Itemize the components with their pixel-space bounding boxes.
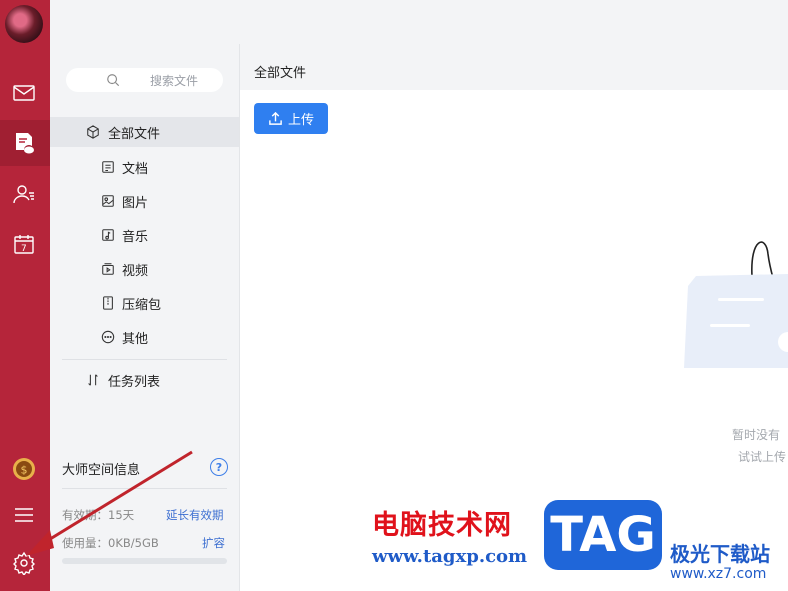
archive-icon [103,296,113,310]
nav-all-files[interactable]: 全部文件 [50,117,239,147]
upload-button[interactable]: 上传 [254,103,328,134]
cloud-drive-icon[interactable] [11,130,37,156]
music-icon [102,229,114,241]
video-icon [102,263,114,275]
settings-icon[interactable] [11,550,37,576]
watermark-url: www.tagxp.com [372,546,528,567]
coin-icon[interactable]: $ [11,456,37,482]
nav-images[interactable]: 图片 [50,186,239,216]
help-icon[interactable]: ? [210,458,228,476]
watermark-site-url: www.xz7.com [670,566,767,582]
nav-tasks[interactable]: 任务列表 [50,365,239,395]
nav-other-label: 其他 [122,331,149,347]
empty-text-line2: 试试上传 [738,450,787,464]
nav-divider [62,359,227,360]
expand-link[interactable]: 扩容 [202,535,225,551]
empty-folder-illustration [684,241,788,368]
storage-divider [62,488,227,489]
nav-music-label: 音乐 [122,229,149,245]
usage-text: 使用量：0KB/5GB [62,536,159,550]
file-nav-panel: 搜索文件 全部文件 文档 图片 音乐 视频 压缩包 其他 任务列表 大师空间信息… [50,44,240,591]
calendar-icon[interactable]: 7 [11,231,37,257]
mail-icon[interactable] [11,80,37,106]
watermark-tag-logo: TAG [544,500,662,570]
calendar-day: 7 [21,244,27,254]
nav-docs[interactable]: 文档 [50,152,239,182]
document-icon [102,161,114,173]
validity-text: 有效期：15天 [62,508,135,522]
usage-progress-bar [62,558,227,564]
watermark-cn: 电脑技术网 [372,510,512,541]
search-placeholder: 搜索文件 [150,74,199,88]
extend-validity-link[interactable]: 延长有效期 [166,507,224,523]
nav-video[interactable]: 视频 [50,254,239,284]
search-icon [107,74,120,87]
empty-text-line1: 暂时没有 [732,428,781,442]
search-input[interactable]: 搜索文件 [66,68,223,92]
upload-icon [269,111,282,125]
svg-text:$: $ [21,464,28,477]
app-rail: 7 $ [0,0,50,591]
more-icon [101,330,115,344]
storage-title: 大师空间信息 [62,463,141,478]
nav-archive-label: 压缩包 [122,297,162,313]
avatar[interactable] [5,5,43,43]
image-icon [102,195,114,207]
page-title: 全部文件 [254,66,307,81]
main-header: 全部文件 [240,44,788,90]
nav-tasks-label: 任务列表 [108,374,161,390]
contacts-icon[interactable] [11,181,37,207]
nav-docs-label: 文档 [122,161,149,177]
nav-video-label: 视频 [122,263,149,279]
nav-other[interactable]: 其他 [50,322,239,352]
menu-icon[interactable] [11,502,37,528]
nav-music[interactable]: 音乐 [50,220,239,250]
nav-all-files-label: 全部文件 [108,126,161,142]
nav-archive[interactable]: 压缩包 [50,288,239,318]
top-bar [50,0,788,44]
nav-images-label: 图片 [122,195,149,211]
watermark: 电脑技术网 www.tagxp.com TAG 极光下载站 www.xz7.co… [370,500,788,591]
transfer-icon [88,374,98,386]
cube-icon [87,125,99,139]
watermark-site-cn: 极光下载站 [670,542,770,566]
upload-label: 上传 [287,112,314,127]
